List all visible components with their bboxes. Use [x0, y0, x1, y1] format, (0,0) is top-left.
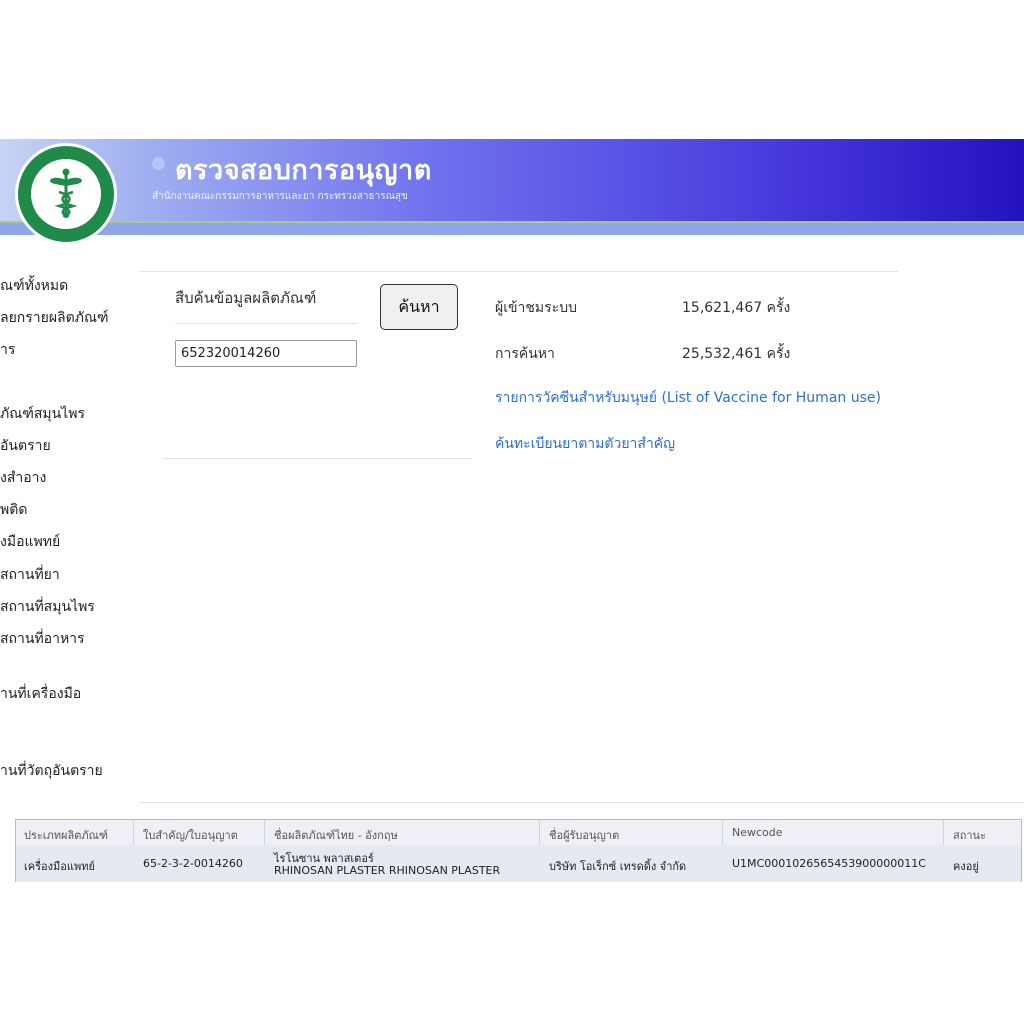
searches-count: 25,532,461 ครั้ง [682, 346, 791, 362]
top-divider [140, 271, 898, 272]
sidebar-item-medical-device[interactable]: งมือแพทย์ [0, 531, 60, 553]
table-header: ประเภทผลิตภัณฑ์ ใบสำคัญ/ใบอนุญาต ชื่อผลิ… [16, 820, 1021, 846]
col-header-type: ประเภทผลิตภัณฑ์ [24, 829, 108, 842]
search-button[interactable]: ค้นหา [380, 284, 458, 330]
sidebar-item-herbal-premises[interactable]: สถานที่สมุนไพร [0, 596, 95, 618]
visitors-count: 15,621,467 ครั้ง [682, 300, 791, 316]
cell-license: 65-2-3-2-0014260 [143, 857, 243, 870]
cell-newcode: U1MC0001026565453900000011C [732, 857, 926, 870]
sidebar-item-narcotics[interactable]: พติด [0, 499, 27, 521]
visitors-label: ผู้เข้าชมระบบ [495, 300, 577, 316]
col-header-newcode: Newcode [732, 826, 783, 839]
search-label: สืบค้นข้อมูลผลิตภัณฑ์ [175, 289, 317, 307]
page-title: ตรวจสอบการอนุญาต [175, 155, 432, 186]
header-banner [0, 139, 1024, 221]
sidebar-item-all-products[interactable]: ณฑ์ทั้งหมด [0, 275, 68, 297]
sidebar-item-food[interactable]: าร [0, 339, 15, 361]
drug-ingredient-search-link[interactable]: ค้นทะเบียนยาตามตัวยาสำคัญ [495, 433, 675, 455]
title-bullet-icon [152, 157, 165, 170]
cell-licensee: บริษัท โอเร็กซ์ เทรดดิ้ง จำกัด [549, 860, 687, 873]
vaccine-list-link[interactable]: รายการวัคซีนสำหรับมนุษย์ (List of Vaccin… [495, 387, 881, 409]
results-table: ประเภทผลิตภัณฑ์ ใบสำคัญ/ใบอนุญาต ชื่อผลิ… [15, 819, 1022, 882]
page-subtitle: สำนักงานคณะกรรมการอาหารและยา กระทรวงสาธา… [152, 191, 408, 202]
cell-product-name-en: RHINOSAN PLASTER RHINOSAN PLASTER [274, 864, 501, 877]
col-header-product-name: ชื่อผลิตภัณฑ์ไทย - อังกฤษ [274, 829, 398, 842]
search-label-divider [175, 323, 357, 324]
search-panel-divider [163, 458, 472, 459]
sidebar-item-device-premises[interactable]: านที่เครื่องมือ [0, 683, 81, 705]
col-header-license: ใบสำคัญ/ใบอนุญาต [143, 829, 238, 842]
cell-type: เครื่องมือแพทย์ [24, 860, 95, 873]
col-header-status: สถานะ [953, 829, 986, 842]
cell-status: คงอยู่ [953, 860, 979, 873]
sidebar-item-herbal[interactable]: ภัณฑ์สมุนไพร [0, 403, 85, 425]
sidebar-item-cosmetics[interactable]: งสำอาง [0, 467, 46, 489]
table-row[interactable]: เครื่องมือแพทย์ 65-2-3-2-0014260 ไรโนซาน… [16, 845, 1021, 882]
sidebar-item-hazardous-premises[interactable]: านที่วัตถุอันตราย [0, 760, 103, 782]
sidebar-item-product-list[interactable]: ลยกรายผลิตภัณฑ์ [0, 307, 109, 329]
col-header-licensee: ชื่อผู้รับอนุญาต [549, 829, 620, 842]
results-divider [140, 802, 1024, 803]
searches-label: การค้นหา [495, 346, 555, 362]
sidebar-item-food-premises[interactable]: สถานที่อาหาร [0, 628, 85, 650]
header-strip [0, 221, 1024, 235]
search-input[interactable] [175, 340, 357, 367]
sidebar-item-drug-premises[interactable]: สถานที่ยา [0, 564, 60, 586]
sidebar-item-hazardous[interactable]: อันตราย [0, 435, 51, 457]
